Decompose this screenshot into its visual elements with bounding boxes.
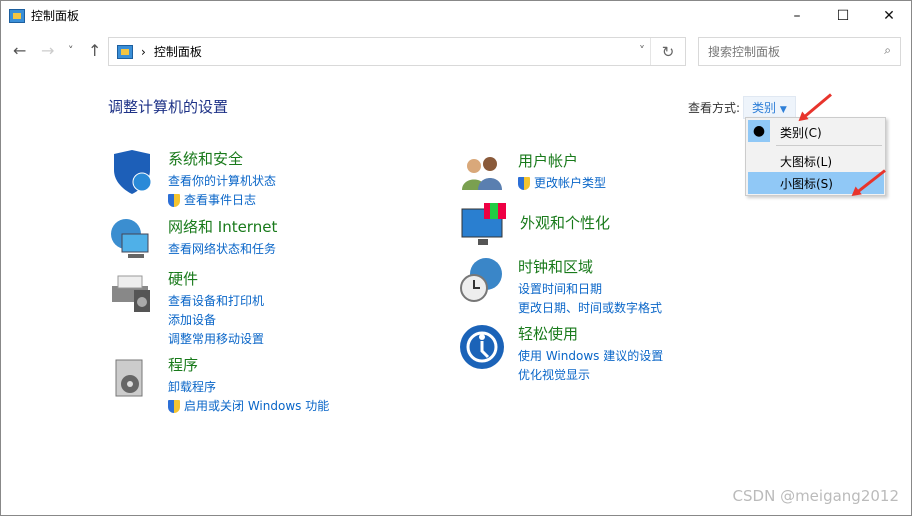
uac-shield-icon bbox=[168, 194, 180, 207]
close-button[interactable]: ✕ bbox=[866, 1, 912, 31]
programs-icon bbox=[108, 354, 156, 402]
link-network-status[interactable]: 查看网络状态和任务 bbox=[168, 240, 277, 259]
link-change-formats[interactable]: 更改日期、时间或数字格式 bbox=[518, 299, 662, 318]
watermark: CSDN @meigang2012 bbox=[732, 487, 899, 505]
category-title[interactable]: 外观和个性化 bbox=[520, 212, 610, 233]
menu-item-category[interactable]: 类别(C) bbox=[748, 121, 884, 143]
link-mobility-settings[interactable]: 调整常用移动设置 bbox=[168, 330, 264, 349]
control-panel-icon bbox=[117, 44, 133, 59]
control-panel-icon bbox=[9, 8, 25, 23]
maximize-button[interactable]: ☐ bbox=[820, 1, 866, 31]
link-set-time-date[interactable]: 设置时间和日期 bbox=[518, 280, 662, 299]
refresh-button[interactable]: ↻ bbox=[650, 38, 685, 65]
back-button[interactable]: ← bbox=[13, 41, 26, 60]
link-windows-features[interactable]: 启用或关闭 Windows 功能 bbox=[168, 397, 329, 416]
caret-down-icon: ▼ bbox=[779, 105, 787, 115]
clock-globe-icon bbox=[458, 256, 506, 304]
forward-button[interactable]: → bbox=[41, 41, 54, 60]
address-dropdown-icon[interactable]: ˅ bbox=[639, 44, 645, 58]
category-title[interactable]: 系统和安全 bbox=[168, 148, 276, 169]
annotation-arrow bbox=[802, 93, 832, 119]
shield-icon bbox=[108, 148, 156, 196]
search-input[interactable]: 搜索控制面板 ⌕ bbox=[698, 37, 901, 66]
minimize-button[interactable]: – bbox=[774, 1, 820, 31]
uac-shield-icon bbox=[518, 177, 530, 190]
category-title[interactable]: 时钟和区域 bbox=[518, 256, 662, 277]
link-change-account-type[interactable]: 更改帐户类型 bbox=[518, 174, 606, 193]
link-view-event-log[interactable]: 查看事件日志 bbox=[168, 191, 276, 210]
window-title-text: 控制面板 bbox=[31, 9, 80, 23]
users-icon bbox=[458, 150, 506, 198]
menu-item-large-icons[interactable]: 大图标(L) bbox=[748, 150, 884, 172]
uac-shield-icon bbox=[168, 400, 180, 413]
up-button[interactable]: ↑ bbox=[88, 41, 101, 60]
category-title[interactable]: 用户帐户 bbox=[518, 150, 606, 171]
recent-locations-button[interactable]: ˅ bbox=[68, 44, 74, 57]
view-by-value: 类别 bbox=[752, 101, 777, 115]
search-icon[interactable]: ⌕ bbox=[884, 43, 891, 58]
breadcrumb[interactable]: 控制面板 bbox=[154, 43, 202, 60]
view-by-label: 查看方式: bbox=[688, 101, 741, 115]
category-title[interactable]: 轻松使用 bbox=[518, 323, 663, 344]
appearance-icon bbox=[460, 201, 508, 249]
link-devices-printers[interactable]: 查看设备和打印机 bbox=[168, 292, 264, 311]
menu-separator bbox=[776, 145, 882, 146]
category-title[interactable]: 网络和 Internet bbox=[168, 216, 277, 237]
view-by: 查看方式: 类别 ▼ bbox=[688, 96, 796, 119]
link-optimize-display[interactable]: 优化视觉显示 bbox=[518, 366, 663, 385]
category-title[interactable]: 程序 bbox=[168, 354, 329, 375]
search-placeholder: 搜索控制面板 bbox=[708, 45, 781, 59]
printer-icon bbox=[108, 268, 156, 316]
link-view-status[interactable]: 查看你的计算机状态 bbox=[168, 172, 276, 191]
menu-item-small-icons[interactable]: 小图标(S) bbox=[748, 172, 884, 194]
view-by-dropdown[interactable]: 类别 ▼ bbox=[743, 96, 796, 119]
breadcrumb-separator: › bbox=[141, 44, 146, 59]
window-title: 控制面板 bbox=[9, 7, 79, 24]
page-title: 调整计算机的设置 bbox=[108, 98, 229, 116]
link-recommended-settings[interactable]: 使用 Windows 建议的设置 bbox=[518, 347, 663, 366]
network-globe-icon bbox=[108, 216, 156, 264]
category-title[interactable]: 硬件 bbox=[168, 268, 264, 289]
address-bar[interactable]: › 控制面板 ˅ ↻ bbox=[108, 37, 686, 66]
link-uninstall[interactable]: 卸载程序 bbox=[168, 378, 329, 397]
link-add-device[interactable]: 添加设备 bbox=[168, 311, 264, 330]
ease-of-access-icon bbox=[458, 323, 506, 371]
